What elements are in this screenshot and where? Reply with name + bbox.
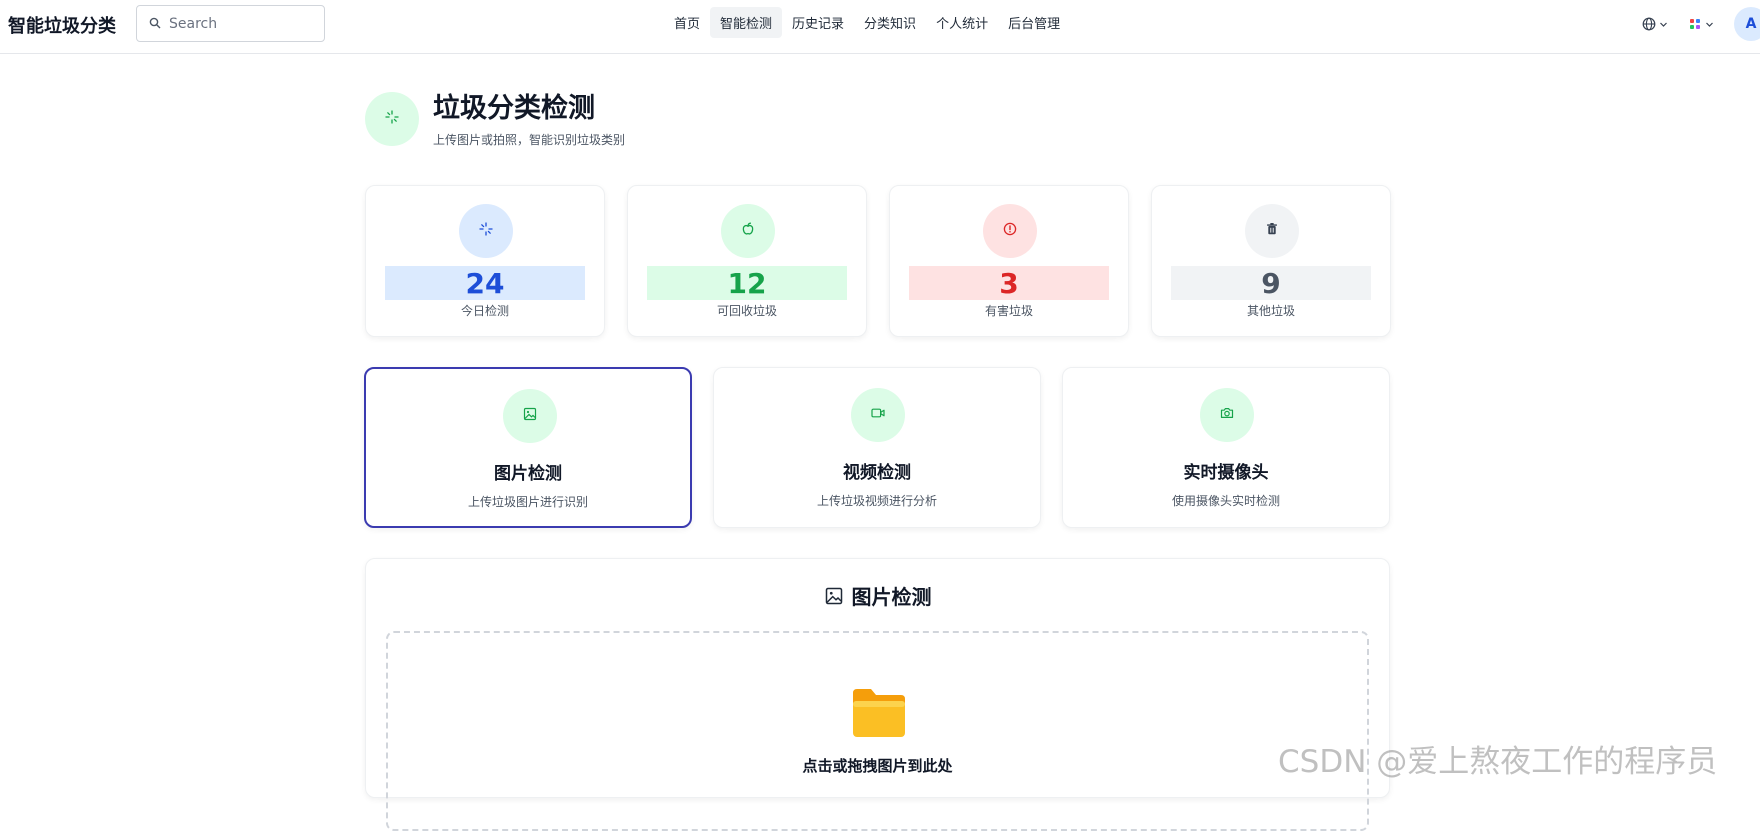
folder-icon <box>851 685 907 743</box>
stat-label: 可回收垃圾 <box>716 304 777 318</box>
sparkle-icon <box>384 109 400 129</box>
stat-icon-circle <box>983 204 1037 258</box>
video-icon <box>870 405 886 425</box>
camera-icon <box>1219 405 1235 425</box>
search-input[interactable] <box>169 15 319 32</box>
mode-icon-circle <box>851 388 905 442</box>
apps-grid-icon <box>1688 17 1702 31</box>
stat-icon-circle <box>721 204 775 258</box>
image-icon <box>522 406 538 426</box>
stat-value: 3 <box>909 266 1109 300</box>
mode-description: 上传垃圾图片进行识别 <box>467 495 588 509</box>
stat-label: 今日检测 <box>460 304 509 318</box>
nav-item-home[interactable]: 首页 <box>664 7 710 38</box>
search-icon <box>149 14 161 33</box>
nav-item-admin[interactable]: 后台管理 <box>998 7 1070 38</box>
panel-title-text: 图片检测 <box>851 585 932 609</box>
stat-value: 24 <box>385 266 585 300</box>
mode-title: 图片检测 <box>494 464 562 484</box>
nav-item-knowledge[interactable]: 分类知识 <box>854 7 926 38</box>
search-box[interactable] <box>136 5 325 42</box>
alert-icon <box>1002 221 1018 241</box>
chevron-down-icon <box>1705 20 1714 29</box>
stat-card-other: 9 其他垃圾 <box>1151 185 1391 337</box>
nav-item-history[interactable]: 历史记录 <box>782 7 854 38</box>
avatar-initial: A <box>1745 16 1757 32</box>
user-avatar[interactable]: A <box>1734 7 1760 41</box>
mode-card-video-detect[interactable]: 视频检测 上传垃圾视频进行分析 <box>713 367 1041 528</box>
toolbar-right: A <box>1642 4 1760 44</box>
stat-value: 9 <box>1171 266 1371 300</box>
page-subtitle: 上传图片或拍照，智能识别垃圾类别 <box>433 133 626 147</box>
language-switch[interactable] <box>1642 17 1668 31</box>
sparkle-icon <box>478 221 494 241</box>
mode-description: 上传垃圾视频进行分析 <box>816 494 937 508</box>
panel-title: 图片检测 <box>366 581 1389 610</box>
mode-title: 视频检测 <box>843 463 911 483</box>
stat-label: 有害垃圾 <box>984 304 1033 318</box>
main-nav: 首页 智能检测 历史记录 分类知识 个人统计 后台管理 <box>664 7 1070 38</box>
image-icon <box>824 586 844 606</box>
stat-icon-circle <box>459 204 513 258</box>
stat-value: 12 <box>647 266 847 300</box>
nav-item-personal-stats[interactable]: 个人统计 <box>926 7 998 38</box>
app-switcher[interactable] <box>1688 17 1714 31</box>
page-title: 垃圾分类检测 <box>433 93 595 124</box>
stat-card-today: 24 今日检测 <box>365 185 605 337</box>
mode-card-live-camera[interactable]: 实时摄像头 使用摄像头实时检测 <box>1062 367 1390 528</box>
mode-description: 使用摄像头实时检测 <box>1171 494 1280 508</box>
dropzone-text: 点击或拖拽图片到此处 <box>802 757 953 775</box>
image-detect-panel: 图片检测 点击或拖拽图片到此处 <box>365 558 1390 831</box>
app-title[interactable]: 智能垃圾分类 <box>8 12 116 38</box>
stat-icon-circle <box>1245 204 1299 258</box>
nav-item-smart-detect[interactable]: 智能检测 <box>710 7 783 38</box>
stat-card-recyclable: 12 可回收垃圾 <box>627 185 867 337</box>
trash-icon <box>1264 221 1280 241</box>
watermark: CSDN @爱上熬夜工作的程序员 <box>1278 744 1718 780</box>
mode-icon-circle <box>1200 388 1254 442</box>
mode-title: 实时摄像头 <box>1183 463 1269 483</box>
mode-card-image-detect[interactable]: 图片检测 上传垃圾图片进行识别 <box>364 367 692 528</box>
chevron-down-icon <box>1659 20 1668 29</box>
top-navbar: 智能垃圾分类 首页 智能检测 历史记录 分类知识 个人统计 后台管理 <box>0 0 1760 54</box>
stat-label: 其他垃圾 <box>1246 304 1295 318</box>
upload-dropzone[interactable]: 点击或拖拽图片到此处 <box>386 631 1369 831</box>
apple-icon <box>740 221 756 241</box>
stat-card-hazardous: 3 有害垃圾 <box>889 185 1129 337</box>
header-icon-circle <box>365 92 419 146</box>
mode-icon-circle <box>503 389 557 443</box>
globe-icon <box>1642 17 1656 31</box>
